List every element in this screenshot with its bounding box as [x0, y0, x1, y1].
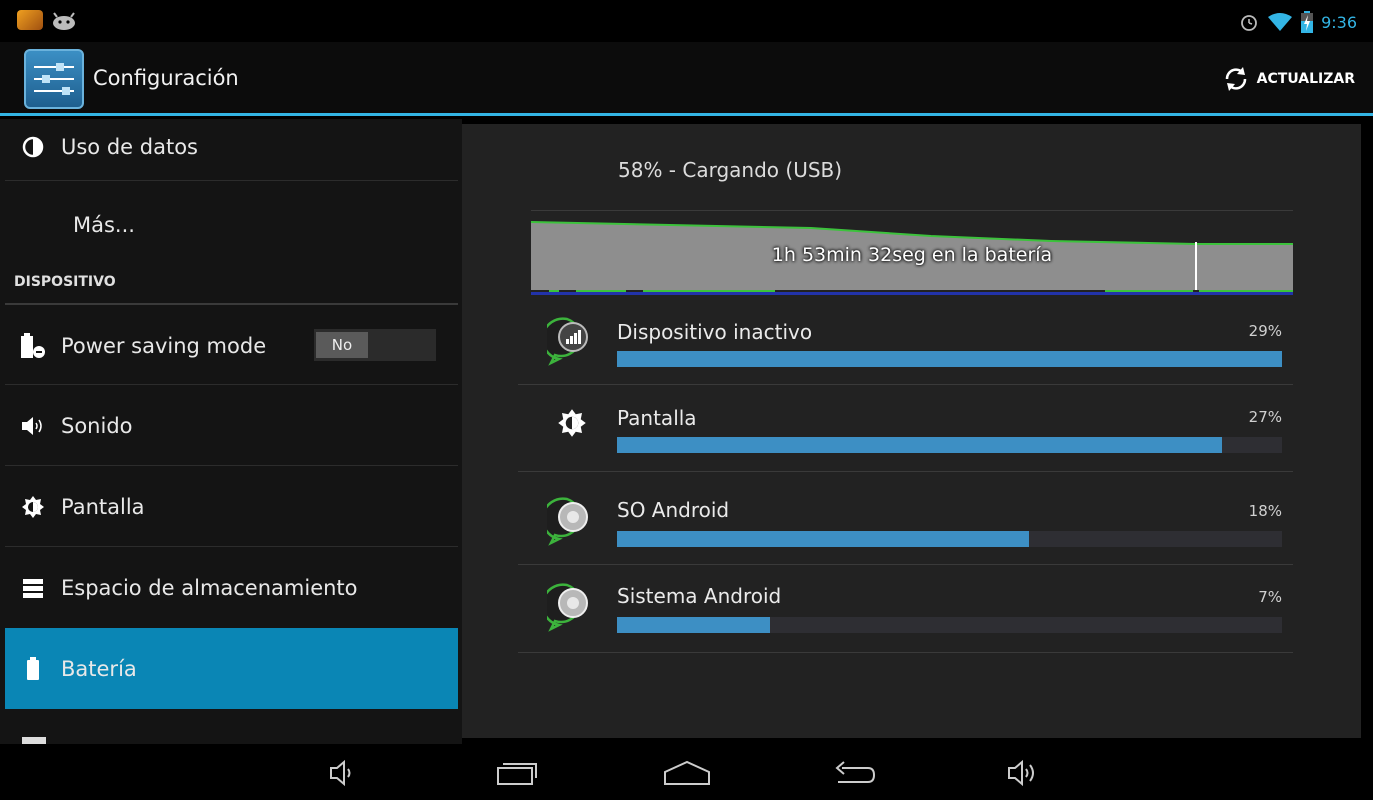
volume-up-icon [1008, 759, 1034, 787]
toggle-state: No [316, 332, 368, 358]
navigation-bar [0, 744, 1373, 800]
next-item-icon [22, 737, 46, 744]
usage-row-android-system[interactable]: Sistema Android 7% [531, 576, 1293, 650]
divider [5, 384, 458, 385]
wifi-icon [1268, 13, 1293, 31]
sidebar-item-label: Espacio de almacenamiento [61, 576, 358, 600]
sidebar-item-more[interactable]: Más... [5, 201, 458, 249]
usage-bar-track [617, 617, 1282, 633]
sidebar-item-label: Power saving mode [61, 334, 267, 358]
divider [518, 564, 1293, 565]
usage-percent: 18% [1248, 502, 1282, 520]
charging-segment [1105, 290, 1193, 292]
charging-segment [643, 290, 775, 292]
sidebar-item-data-usage[interactable]: Uso de datos [5, 125, 458, 169]
usage-row-android-os[interactable]: SO Android 18% [531, 490, 1293, 564]
graph-label: 1h 53min 32seg en la batería [771, 244, 1053, 266]
refresh-label: ACTUALIZAR [1256, 71, 1355, 87]
usage-bar-track [617, 437, 1282, 453]
android-debug-icon [53, 12, 75, 30]
sidebar-item-sound[interactable]: Sonido [5, 404, 458, 448]
android-os-icon [547, 497, 588, 546]
section-header-device: DISPOSITIVO [14, 274, 116, 290]
graph-top-divider [531, 210, 1293, 211]
sidebar-item-storage[interactable]: Espacio de almacenamiento [5, 566, 458, 610]
volume-down-icon [330, 759, 351, 787]
home-icon [664, 760, 710, 785]
settings-sidebar: Uso de datos Más... DISPOSITIVO Power sa… [0, 119, 462, 744]
divider [518, 652, 1293, 653]
display-icon [17, 491, 49, 523]
settings-app-icon[interactable] [24, 49, 84, 109]
usage-bar-fill [617, 531, 1030, 547]
recent-apps-icon [497, 763, 537, 785]
divider [518, 384, 1293, 385]
battery-detail-panel: 58% - Cargando (USB) 1h 53min 32seg en l… [462, 124, 1361, 738]
usage-percent: 27% [1248, 408, 1282, 426]
battery-icon [17, 653, 49, 685]
page-title: Configuración [93, 66, 239, 90]
power-saving-icon [17, 330, 49, 362]
recent-apps-button[interactable] [494, 754, 538, 792]
usage-row-idle[interactable]: Dispositivo inactivo 29% [531, 310, 1293, 384]
app-notification-icon [17, 10, 43, 30]
display-icon [558, 409, 586, 437]
charging-track [531, 292, 1293, 295]
usage-percent: 29% [1248, 322, 1282, 340]
status-bar: 9:36 [0, 0, 1373, 42]
sidebar-item-label: Sonido [61, 414, 133, 438]
charging-segment [549, 290, 559, 292]
sidebar-item-label: Más... [73, 213, 135, 237]
sidebar-item-battery[interactable]: Batería [5, 628, 458, 709]
usage-bar-fill [617, 351, 1282, 367]
usage-name: SO Android [617, 498, 730, 522]
usage-bar-track [617, 351, 1282, 367]
data-usage-icon [17, 131, 49, 163]
usage-bar-fill [617, 617, 770, 633]
divider [5, 465, 458, 466]
refresh-button[interactable]: ACTUALIZAR [1221, 62, 1355, 96]
alarm-icon [1241, 15, 1257, 31]
usage-name: Sistema Android [617, 584, 782, 608]
power-saving-toggle[interactable]: No [314, 329, 436, 361]
volume-up-button[interactable] [1002, 754, 1046, 792]
divider [5, 546, 458, 547]
charging-segment [1199, 290, 1293, 292]
battery-status: 58% - Cargando (USB) [618, 158, 843, 182]
divider [518, 471, 1293, 472]
charging-segment [576, 290, 626, 292]
action-bar: Configuración ACTUALIZAR [0, 42, 1373, 116]
sound-icon [17, 410, 49, 442]
divider [5, 180, 458, 181]
storage-icon [17, 572, 49, 604]
usage-name: Dispositivo inactivo [617, 320, 813, 344]
sidebar-item-label: Pantalla [61, 495, 145, 519]
section-header-divider [5, 303, 458, 305]
refresh-icon [1225, 67, 1246, 91]
volume-down-button[interactable] [320, 754, 364, 792]
usage-bar-fill [617, 437, 1223, 453]
clock: 9:36 [1321, 12, 1357, 32]
cell-standby-icon [547, 317, 588, 366]
sidebar-item-display[interactable]: Pantalla [5, 485, 458, 529]
home-button[interactable] [660, 754, 714, 792]
usage-bar-track [617, 531, 1282, 547]
android-system-icon [547, 583, 588, 632]
sidebar-item-label: Uso de datos [61, 135, 198, 159]
usage-name: Pantalla [617, 406, 697, 430]
usage-percent: 7% [1258, 588, 1282, 606]
back-button[interactable] [832, 754, 876, 792]
usage-row-screen[interactable]: Pantalla 27% [531, 396, 1293, 470]
battery-charging-icon [1301, 11, 1314, 33]
sidebar-item-label: Batería [61, 656, 137, 681]
back-icon [835, 761, 876, 783]
